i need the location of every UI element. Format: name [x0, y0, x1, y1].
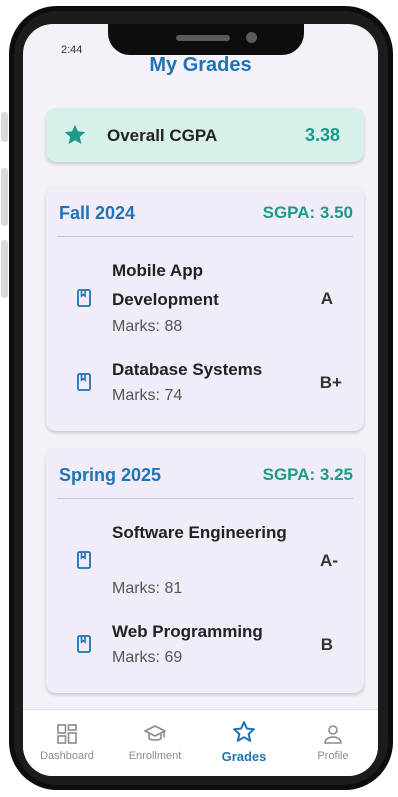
graduation-cap-icon [144, 725, 166, 741]
course-name: Mobile App Development [112, 261, 219, 309]
nav-label-profile: Profile [317, 750, 349, 762]
side-button-1 [1, 112, 8, 142]
course-item[interactable]: Mobile App Development Marks: 88 A [46, 256, 364, 338]
overall-cgpa-value: 3.38 [304, 125, 340, 145]
course-grade: B+ [319, 373, 342, 392]
nav-label-enrollment: Enrollment [128, 750, 182, 762]
nav-item-dashboard[interactable]: Dashboard [23, 710, 111, 776]
side-button-2 [1, 168, 8, 226]
course-name: Database Systems [112, 360, 263, 379]
divider [57, 498, 353, 499]
grades-list[interactable]: Overall CGPA 3.38 Fall 2024 SGPA: 3.50 M… [23, 104, 378, 724]
dashboard-icon [57, 724, 77, 744]
overall-cgpa-card: Overall CGPA 3.38 [46, 108, 364, 162]
overall-cgpa-label: Overall CGPA [107, 126, 218, 145]
semester-card-spring-2025: Spring 2025 SGPA: 3.25 Software Engineer… [46, 448, 364, 693]
course-marks: Marks: 88 [112, 318, 183, 335]
nav-item-enrollment[interactable]: Enrollment [111, 710, 199, 776]
course-marks: Marks: 69 [112, 649, 183, 666]
phone-notch [108, 24, 304, 55]
nav-label-dashboard: Dashboard [40, 750, 94, 762]
divider [57, 236, 353, 237]
app-screen: 2:44 My Grades Overall CGPA 3.38 Fall 20… [23, 24, 378, 776]
book-icon [77, 289, 91, 307]
course-grade: A [320, 289, 333, 308]
star-icon [233, 721, 255, 742]
course-name: Software Engineering [112, 523, 287, 542]
book-icon [77, 373, 91, 391]
semester-sgpa: SGPA: 3.25 [262, 465, 353, 484]
semester-sgpa: SGPA: 3.50 [262, 203, 353, 222]
nav-item-grades[interactable]: Grades [200, 710, 288, 776]
star-icon [64, 124, 86, 144]
page-title: My Grades [149, 54, 252, 76]
bottom-navigation: Dashboard Enrollment Grades Profile [23, 709, 378, 776]
camera-icon [246, 32, 257, 43]
nav-item-profile[interactable]: Profile [289, 710, 377, 776]
nav-label-grades: Grades [221, 749, 267, 764]
side-button-3 [1, 240, 8, 298]
course-item[interactable]: Software Engineering Marks: 81 A- [46, 518, 364, 600]
status-time: 2:44 [61, 44, 83, 56]
course-marks: Marks: 81 [112, 580, 183, 597]
course-marks: Marks: 74 [112, 387, 183, 404]
course-name: Web Programming [112, 622, 263, 641]
semester-name: Spring 2025 [59, 465, 162, 485]
book-icon [77, 635, 91, 653]
semester-card-fall-2024: Fall 2024 SGPA: 3.50 Mobile App Developm… [46, 186, 364, 431]
course-item[interactable]: Database Systems Marks: 74 B+ [46, 355, 364, 411]
semester-name: Fall 2024 [59, 203, 136, 223]
course-item[interactable]: Web Programming Marks: 69 B [46, 617, 364, 673]
course-grade: B [320, 635, 333, 654]
person-icon [324, 725, 342, 744]
book-icon [77, 551, 91, 569]
speaker-grille [176, 35, 230, 41]
course-grade: A- [320, 551, 338, 570]
